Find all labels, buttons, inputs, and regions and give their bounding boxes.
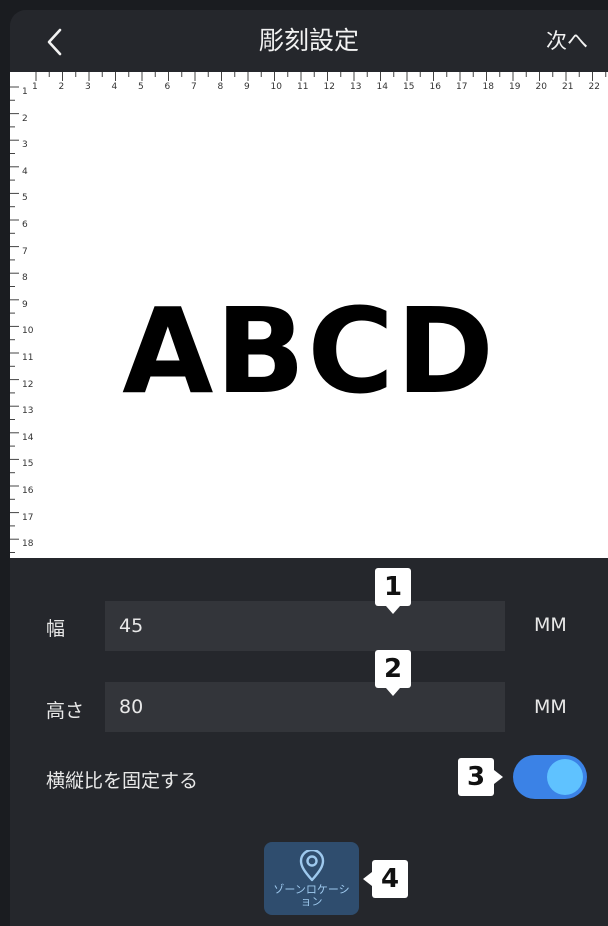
engrave-preview-canvas[interactable]: 1 2 3 4 5 6 7 8 9 10 11 12 13 14 15 16 17 18 19 20 21 22 1234… xyxy=(10,72,608,558)
ruler-top-number: 8 xyxy=(217,82,224,92)
ruler-top-number: 7 xyxy=(191,82,197,92)
ruler-left-number: 2 xyxy=(22,113,28,124)
ruler-top-number: 6 xyxy=(164,82,171,92)
app-frame: 彫刻設定 次へ 1 2 3 4 5 6 7 8 9 10 11 12 13 14 15 16 17 18 19 20 2… xyxy=(10,10,608,926)
page-title: 彫刻設定 xyxy=(258,26,359,55)
ruler-top-number: 22 xyxy=(588,82,600,92)
ruler-top-number: 20 xyxy=(535,82,547,92)
ruler-top-number: 2 xyxy=(58,82,65,92)
ruler-top-number: 10 xyxy=(270,82,282,92)
callout-3: 3 xyxy=(458,758,503,796)
ruler-left-number: 16 xyxy=(22,486,34,496)
ruler-top-number: 9 xyxy=(244,82,250,92)
height-label: 高さ xyxy=(46,700,85,722)
height-field[interactable]: 80 xyxy=(105,682,505,732)
ruler-top-number: 18 xyxy=(482,82,494,92)
ruler-left-number: 14 xyxy=(22,432,34,443)
ruler-left-number: 1 xyxy=(22,87,28,97)
ruler-left-number: 7 xyxy=(22,246,28,257)
ruler-top-number: 11 xyxy=(297,82,309,92)
ruler-left-number: 6 xyxy=(22,220,28,230)
callout-4: 4 xyxy=(363,860,408,898)
zone-location-label: ゾーンロケーション xyxy=(273,883,350,908)
callout-1: 1 xyxy=(375,568,411,614)
height-unit: MM xyxy=(534,696,567,718)
width-field[interactable]: 45 xyxy=(105,601,505,651)
ruler-left-number: 18 xyxy=(22,539,34,550)
ruler-left-number: 5 xyxy=(22,193,28,204)
header: 彫刻設定 次へ xyxy=(10,10,608,72)
toggle-knob xyxy=(547,759,583,795)
callout-2: 2 xyxy=(375,650,411,696)
ruler-left-number: 17 xyxy=(22,512,34,523)
size-settings-panel: 幅 45 MM 高さ 80 MM 横縦比を固定する ゾーンロケーション 1 2 … xyxy=(10,558,608,926)
next-button[interactable]: 次へ xyxy=(546,10,588,72)
ruler-top-number: 1 xyxy=(32,82,38,92)
ruler-top-number: 5 xyxy=(138,82,144,92)
location-pin-icon xyxy=(299,850,324,882)
ruler-top-number: 16 xyxy=(429,82,441,92)
aspect-lock-label: 横縦比を固定する xyxy=(46,770,199,792)
ruler-top-number: 12 xyxy=(323,82,335,92)
ruler-left-number: 15 xyxy=(22,459,34,470)
width-label: 幅 xyxy=(46,618,66,640)
ruler-left-number: 8 xyxy=(22,273,28,284)
width-unit: MM xyxy=(534,614,567,636)
ruler-top-number: 17 xyxy=(456,82,468,92)
zone-location-button[interactable]: ゾーンロケーション xyxy=(264,842,359,915)
ruler-top-number: 4 xyxy=(111,82,118,92)
ruler-top-number: 14 xyxy=(376,82,388,92)
ruler-left-number: 3 xyxy=(22,140,28,151)
ruler-top-number: 19 xyxy=(509,82,521,92)
ruler-left-number: 4 xyxy=(22,166,28,177)
ruler-top-number: 13 xyxy=(350,82,362,92)
ruler-top-number: 21 xyxy=(562,82,574,92)
aspect-lock-toggle[interactable] xyxy=(513,755,587,799)
engrave-preview-text[interactable]: ABCD xyxy=(10,292,608,410)
ruler-top-number: 15 xyxy=(403,82,415,92)
ruler-top-number: 3 xyxy=(85,82,91,92)
